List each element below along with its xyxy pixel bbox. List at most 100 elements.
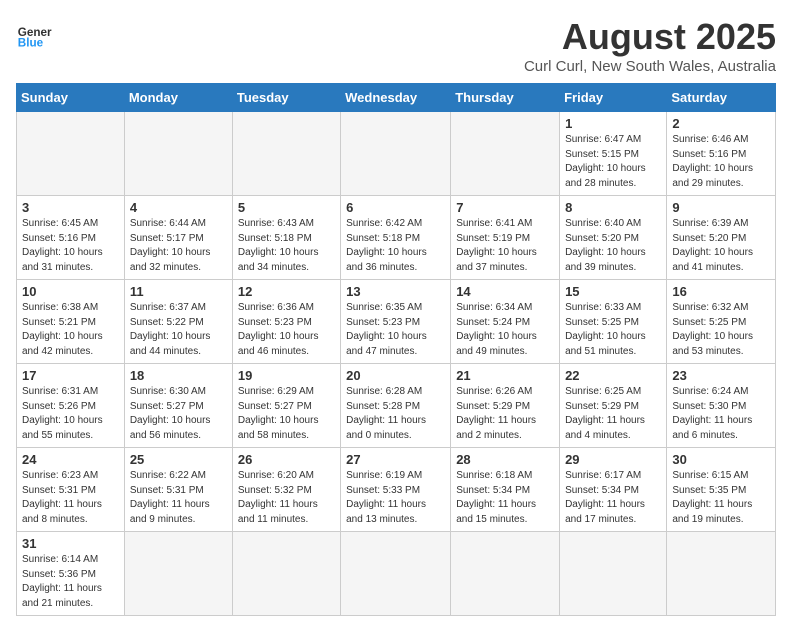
calendar-cell: 25 Sunrise: 6:22 AM Sunset: 5:31 PM Dayli… <box>124 448 232 532</box>
day-info: Sunrise: 6:28 AM Sunset: 5:28 PM Dayligh… <box>346 385 445 443</box>
title-area: August 2025 Curl Curl, New South Wales, … <box>524 16 776 75</box>
calendar-cell: 20 Sunrise: 6:28 AM Sunset: 5:28 PM Dayli… <box>341 364 451 448</box>
day-number: 11 <box>130 284 227 299</box>
calendar-cell: 29 Sunrise: 6:17 AM Sunset: 5:34 PM Dayli… <box>560 448 667 532</box>
day-number: 25 <box>130 452 227 467</box>
calendar-cell <box>232 532 340 616</box>
day-info: Sunrise: 6:35 AM Sunset: 5:23 PM Dayligh… <box>346 301 445 359</box>
calendar-cell <box>560 532 667 616</box>
calendar-cell: 17 Sunrise: 6:31 AM Sunset: 5:26 PM Dayli… <box>17 364 125 448</box>
day-number: 26 <box>238 452 335 467</box>
day-number: 20 <box>346 368 445 383</box>
day-number: 6 <box>346 200 445 215</box>
day-number: 9 <box>672 200 770 215</box>
day-number: 16 <box>672 284 770 299</box>
calendar-cell: 3Sunrise: 6:45 AM Sunset: 5:16 PM Daylig… <box>17 196 125 280</box>
day-info: Sunrise: 6:25 AM Sunset: 5:29 PM Dayligh… <box>565 385 661 443</box>
day-number: 24 <box>22 452 119 467</box>
day-number: 21 <box>456 368 554 383</box>
day-info: Sunrise: 6:32 AM Sunset: 5:25 PM Dayligh… <box>672 301 770 359</box>
calendar-cell <box>451 112 560 196</box>
col-header-saturday: Saturday <box>667 84 776 112</box>
day-info: Sunrise: 6:14 AM Sunset: 5:36 PM Dayligh… <box>22 553 119 611</box>
col-header-tuesday: Tuesday <box>232 84 340 112</box>
day-info: Sunrise: 6:26 AM Sunset: 5:29 PM Dayligh… <box>456 385 554 443</box>
calendar-table: SundayMondayTuesdayWednesdayThursdayFrid… <box>16 83 776 616</box>
calendar-cell <box>124 532 232 616</box>
day-number: 1 <box>565 116 661 131</box>
logo: General Blue <box>16 16 52 52</box>
col-header-thursday: Thursday <box>451 84 560 112</box>
day-number: 4 <box>130 200 227 215</box>
day-number: 18 <box>130 368 227 383</box>
month-title: August 2025 <box>524 16 776 58</box>
calendar-cell <box>451 532 560 616</box>
calendar-cell: 14 Sunrise: 6:34 AM Sunset: 5:24 PM Dayli… <box>451 280 560 364</box>
calendar-cell: 9 Sunrise: 6:39 AM Sunset: 5:20 PM Daylig… <box>667 196 776 280</box>
calendar-cell: 8 Sunrise: 6:40 AM Sunset: 5:20 PM Daylig… <box>560 196 667 280</box>
calendar-cell: 19 Sunrise: 6:29 AM Sunset: 5:27 PM Dayli… <box>232 364 340 448</box>
day-info: Sunrise: 6:41 AM Sunset: 5:19 PM Dayligh… <box>456 217 554 275</box>
col-header-friday: Friday <box>560 84 667 112</box>
calendar-week-row: 31Sunrise: 6:14 AM Sunset: 5:36 PM Dayli… <box>17 532 776 616</box>
day-number: 13 <box>346 284 445 299</box>
calendar-cell: 15 Sunrise: 6:33 AM Sunset: 5:25 PM Dayli… <box>560 280 667 364</box>
day-number: 2 <box>672 116 770 131</box>
day-info: Sunrise: 6:17 AM Sunset: 5:34 PM Dayligh… <box>565 469 661 527</box>
day-info: Sunrise: 6:22 AM Sunset: 5:31 PM Dayligh… <box>130 469 227 527</box>
day-number: 27 <box>346 452 445 467</box>
calendar-cell: 10Sunrise: 6:38 AM Sunset: 5:21 PM Dayli… <box>17 280 125 364</box>
day-info: Sunrise: 6:42 AM Sunset: 5:18 PM Dayligh… <box>346 217 445 275</box>
calendar-cell: 12 Sunrise: 6:36 AM Sunset: 5:23 PM Dayli… <box>232 280 340 364</box>
day-info: Sunrise: 6:34 AM Sunset: 5:24 PM Dayligh… <box>456 301 554 359</box>
day-info: Sunrise: 6:36 AM Sunset: 5:23 PM Dayligh… <box>238 301 335 359</box>
calendar-week-row: 3Sunrise: 6:45 AM Sunset: 5:16 PM Daylig… <box>17 196 776 280</box>
day-info: Sunrise: 6:47 AM Sunset: 5:15 PM Dayligh… <box>565 133 661 191</box>
calendar-cell <box>341 112 451 196</box>
day-number: 22 <box>565 368 661 383</box>
col-header-wednesday: Wednesday <box>341 84 451 112</box>
calendar-cell: 5Sunrise: 6:43 AM Sunset: 5:18 PM Daylig… <box>232 196 340 280</box>
page-header: General Blue August 2025 Curl Curl, New … <box>16 16 776 75</box>
calendar-cell <box>124 112 232 196</box>
day-number: 29 <box>565 452 661 467</box>
calendar-cell <box>232 112 340 196</box>
col-header-sunday: Sunday <box>17 84 125 112</box>
day-info: Sunrise: 6:20 AM Sunset: 5:32 PM Dayligh… <box>238 469 335 527</box>
day-info: Sunrise: 6:37 AM Sunset: 5:22 PM Dayligh… <box>130 301 227 359</box>
calendar-cell: 24 Sunrise: 6:23 AM Sunset: 5:31 PM Dayli… <box>17 448 125 532</box>
calendar-cell: 11 Sunrise: 6:37 AM Sunset: 5:22 PM Dayli… <box>124 280 232 364</box>
day-number: 3 <box>22 200 119 215</box>
day-number: 19 <box>238 368 335 383</box>
day-number: 14 <box>456 284 554 299</box>
day-number: 10 <box>22 284 119 299</box>
calendar-cell: 1 Sunrise: 6:47 AM Sunset: 5:15 PM Daylig… <box>560 112 667 196</box>
day-info: Sunrise: 6:15 AM Sunset: 5:35 PM Dayligh… <box>672 469 770 527</box>
day-info: Sunrise: 6:19 AM Sunset: 5:33 PM Dayligh… <box>346 469 445 527</box>
day-info: Sunrise: 6:31 AM Sunset: 5:26 PM Dayligh… <box>22 385 119 443</box>
day-info: Sunrise: 6:46 AM Sunset: 5:16 PM Dayligh… <box>672 133 770 191</box>
calendar-week-row: 1 Sunrise: 6:47 AM Sunset: 5:15 PM Daylig… <box>17 112 776 196</box>
day-info: Sunrise: 6:39 AM Sunset: 5:20 PM Dayligh… <box>672 217 770 275</box>
calendar-cell: 16 Sunrise: 6:32 AM Sunset: 5:25 PM Dayli… <box>667 280 776 364</box>
calendar-cell: 7Sunrise: 6:41 AM Sunset: 5:19 PM Daylig… <box>451 196 560 280</box>
day-number: 15 <box>565 284 661 299</box>
calendar-cell: 13 Sunrise: 6:35 AM Sunset: 5:23 PM Dayli… <box>341 280 451 364</box>
day-number: 23 <box>672 368 770 383</box>
day-info: Sunrise: 6:40 AM Sunset: 5:20 PM Dayligh… <box>565 217 661 275</box>
day-info: Sunrise: 6:29 AM Sunset: 5:27 PM Dayligh… <box>238 385 335 443</box>
calendar-cell: 6 Sunrise: 6:42 AM Sunset: 5:18 PM Daylig… <box>341 196 451 280</box>
day-info: Sunrise: 6:18 AM Sunset: 5:34 PM Dayligh… <box>456 469 554 527</box>
day-info: Sunrise: 6:23 AM Sunset: 5:31 PM Dayligh… <box>22 469 119 527</box>
calendar-cell: 4Sunrise: 6:44 AM Sunset: 5:17 PM Daylig… <box>124 196 232 280</box>
logo-icon: General Blue <box>16 16 52 52</box>
day-number: 17 <box>22 368 119 383</box>
location-title: Curl Curl, New South Wales, Australia <box>524 58 776 75</box>
day-info: Sunrise: 6:43 AM Sunset: 5:18 PM Dayligh… <box>238 217 335 275</box>
svg-text:Blue: Blue <box>18 37 44 50</box>
day-info: Sunrise: 6:30 AM Sunset: 5:27 PM Dayligh… <box>130 385 227 443</box>
day-info: Sunrise: 6:33 AM Sunset: 5:25 PM Dayligh… <box>565 301 661 359</box>
calendar-cell: 31Sunrise: 6:14 AM Sunset: 5:36 PM Dayli… <box>17 532 125 616</box>
day-number: 12 <box>238 284 335 299</box>
day-number: 8 <box>565 200 661 215</box>
